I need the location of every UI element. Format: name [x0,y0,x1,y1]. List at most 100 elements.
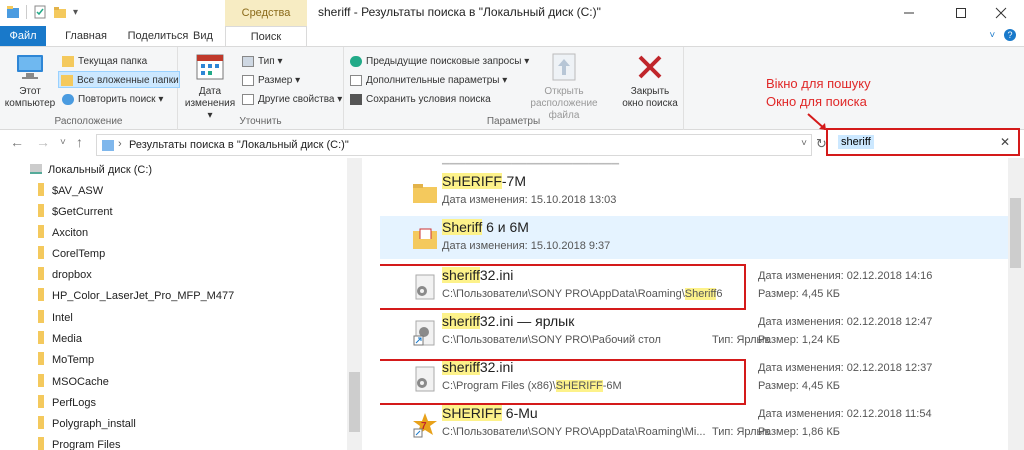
tab-home[interactable]: Главная [52,26,120,46]
folder-icon [38,416,44,429]
help-icon[interactable]: ? [1004,29,1016,41]
address-path: Результаты поиска в "Локальный диск (C:)… [129,139,349,151]
nav-scrollbar[interactable] [347,158,362,450]
nav-folder-item[interactable]: $AV_ASW [38,181,103,202]
tab-view[interactable]: Вид [188,26,218,46]
recent-searches-label: Предыдущие поисковые запросы [366,56,522,67]
new-folder-icon[interactable] [53,5,67,19]
collapse-ribbon-icon[interactable]: ˅ [989,30,995,41]
nav-folder-item[interactable]: MoTemp [38,350,94,371]
nav-folder-item[interactable]: Media [38,329,82,350]
nav-scrollbar-thumb[interactable] [349,372,360,432]
result-path: C:\Пользователи\SONY PRO\Рабочий стол [442,334,661,346]
address-dropdown-icon[interactable]: ˅ [801,138,807,149]
open-file-location-button[interactable]: Открыть расположение файла [514,51,614,122]
results-scrollbar[interactable] [1008,158,1024,450]
nav-folder-item[interactable]: Program Files [38,435,120,450]
result-row[interactable]: SHERIFF-7M Дата изменения: 15.10.2018 13… [380,170,1008,213]
breadcrumb-chevron-icon[interactable]: › [118,138,122,150]
advanced-options-button[interactable]: Дополнительные параметры ▾ [348,72,507,89]
kind-button[interactable]: Тип ▾ [240,53,282,70]
nav-drive-c[interactable]: Локальный диск (C:) [30,160,152,181]
nav-folder-item[interactable]: CorelTemp [38,244,105,265]
annotation-highlight-box [380,359,746,405]
minimize-button[interactable] [886,0,932,26]
nav-folder-label: CorelTemp [52,248,106,260]
annotation-line-ukrainian: Вікно для пошуку [766,76,871,91]
this-pc-label: Этот компьютер [4,86,56,109]
result-name: SHERIFF-7M [442,173,526,189]
all-subfolders-button[interactable]: Все вложенные папки [58,71,180,88]
nav-folder-item[interactable]: HP_Color_LaserJet_Pro_MFP_M477 [38,286,234,307]
separator [26,5,27,19]
folder-icon [62,56,74,67]
result-date: Дата изменения: 15.10.2018 13:03 [442,194,617,206]
save-search-button[interactable]: Сохранить условия поиска [348,91,491,108]
other-properties-button[interactable]: Другие свойства ▾ [240,91,342,108]
this-pc-button[interactable]: Этот компьютер [4,51,56,110]
search-box[interactable]: sheriff ✕ [826,128,1020,156]
nav-folder-item[interactable]: Intel [38,308,73,329]
folder-icon [38,183,44,196]
customize-qat-icon[interactable]: ▾ [73,7,78,18]
tab-file[interactable]: Файл [0,26,46,46]
nav-folder-item[interactable]: Axciton [38,223,88,244]
annotation-text: Вікно для пошуку Окно для поиска [766,75,871,111]
annotation-highlight-box [380,264,746,310]
folder-icon [38,331,44,344]
result-row[interactable]: Sheriff 6 и 6М Дата изменения: 15.10.201… [380,216,1008,259]
location-group-label: Расположение [54,116,123,127]
recent-searches-icon [350,56,362,67]
recent-locations-icon[interactable]: ˅ [60,137,66,148]
date-modified-button[interactable]: Дата изменения ▾ [182,51,238,122]
search-again-button[interactable]: Повторить поиск ▾ [60,91,163,108]
result-path: C:\Пользователи\SONY PRO\AppData\Roaming… [442,426,706,438]
kind-icon [242,56,254,67]
folder-icon [412,180,438,206]
recent-searches-button[interactable]: Предыдущие поисковые запросы ▾ [348,53,529,70]
nav-folder-item[interactable]: $GetCurrent [38,202,113,223]
nav-folder-item[interactable]: dropbox [38,265,92,286]
properties-icon[interactable] [33,5,47,19]
explorer-icon[interactable] [6,5,20,19]
nav-folder-label: dropbox [52,269,92,281]
clear-search-icon[interactable]: ✕ [1000,135,1010,149]
result-row[interactable]: sheriff32.ini — ярлык C:\Пользователи\SO… [380,310,1008,353]
nav-folder-label: Intel [52,312,73,324]
close-search-button[interactable]: Закрыть окно поиска [618,51,682,110]
nav-folder-label: PerfLogs [52,397,97,409]
name-rest: -7M [501,173,527,189]
folder-icon [38,374,44,387]
save-icon [350,94,362,105]
result-row[interactable]: 7 SHERIFF 6-Mu C:\Пользователи\SONY PRO\… [380,402,1008,445]
search-input[interactable]: sheriff [838,135,874,149]
nav-folder-item[interactable]: Polygraph_install [38,414,136,435]
forward-arrow-icon[interactable]: → [36,134,50,150]
calendar-icon [194,51,226,83]
current-folder-label: Текущая папка [78,56,148,67]
nav-folder-label: $GetCurrent [52,206,113,218]
other-properties-label: Другие свойства [258,94,335,105]
folder-icon [38,204,44,217]
result-date: Дата изменения: 02.12.2018 14:16 [758,270,933,282]
result-size: Размер: 1,24 КБ [758,334,841,346]
back-arrow-icon[interactable]: ← [10,134,24,150]
results-scrollbar-thumb[interactable] [1010,198,1021,268]
up-arrow-icon[interactable]: ↑ [76,134,83,150]
size-button[interactable]: Размер ▾ [240,72,300,89]
close-button[interactable] [978,0,1024,26]
tab-share[interactable]: Поделиться [124,26,192,46]
address-bar[interactable]: › Результаты поиска в "Локальный диск (C… [96,134,812,156]
result-date: Дата изменения: 02.12.2018 12:47 [758,316,933,328]
nav-folder-label: HP_Color_LaserJet_Pro_MFP_M477 [52,290,235,302]
tab-search[interactable]: Поиск [225,26,307,46]
all-subfolders-label: Все вложенные папки [77,75,179,86]
annotation-line-russian: Окно для поиска [766,94,867,109]
nav-folder-item[interactable]: MSOCache [38,372,109,393]
folder-icon [38,225,44,238]
nav-folder-item[interactable]: PerfLogs [38,393,96,414]
search-again-icon [62,94,74,105]
nav-drive-label: Локальный диск (C:) [48,164,153,176]
folder-icon [38,395,44,408]
current-folder-button[interactable]: Текущая папка [60,53,147,70]
